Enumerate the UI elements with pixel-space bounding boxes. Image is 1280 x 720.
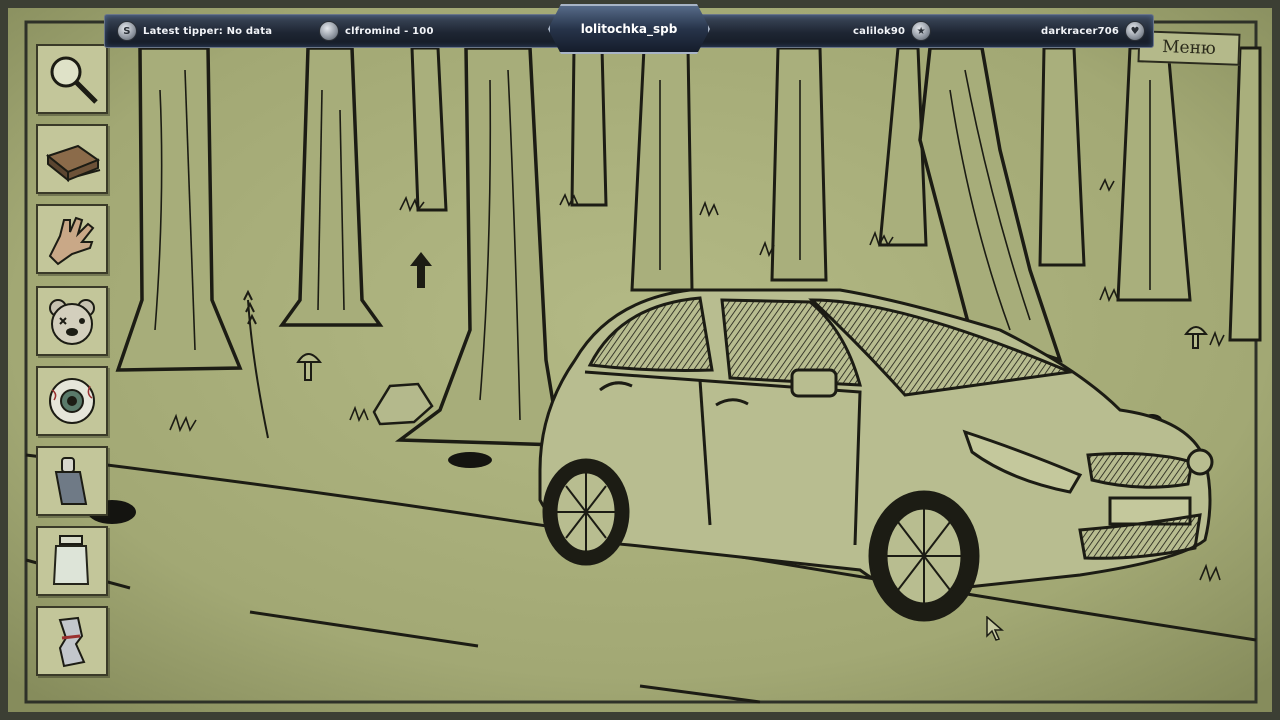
star-icon: ★: [911, 21, 932, 41]
eyeball-icon: [49, 378, 95, 424]
viewer-3: calilok90 ★: [853, 15, 932, 47]
heart-icon: ♥: [1125, 21, 1146, 41]
matchbox-icon: [45, 144, 101, 183]
glove-icon: [48, 216, 95, 266]
forest-scene[interactable]: [0, 0, 1280, 720]
viewer-4-label: darkracer706: [1041, 25, 1120, 37]
inventory-slot-lipstick[interactable]: [36, 446, 108, 516]
viewer-1: clfromind - 100: [319, 15, 434, 47]
viewer-1-label: clfromind - 100: [345, 25, 434, 37]
game-screen: Меню S Latest tipper: No data clfromind …: [0, 0, 1280, 720]
mouse-cursor-icon: [986, 616, 1005, 641]
inventory-slot-magnifier[interactable]: [36, 44, 108, 114]
teddy-bear-head-icon: [49, 299, 95, 345]
latest-tipper-label: Latest tipper: No data: [143, 25, 273, 37]
inventory-slot-glove[interactable]: [36, 204, 108, 274]
inventory-slot-eyeball[interactable]: [36, 366, 108, 436]
badge-icon: [319, 21, 339, 41]
magnifier-icon: [50, 56, 98, 104]
featured-user-label: lolitochka_spb: [580, 22, 678, 36]
viewer-4: darkracer706 ♥: [1041, 15, 1146, 47]
crushed-can-icon: [58, 616, 86, 668]
lipstick-icon: [54, 457, 88, 505]
jar-icon: [52, 535, 90, 585]
featured-user-badge: lolitochka_spb: [548, 4, 710, 54]
inventory-slot-crushed-can[interactable]: [36, 606, 108, 676]
move-forward-arrow-icon[interactable]: [410, 252, 432, 288]
tipper-info: S Latest tipper: No data: [117, 15, 272, 47]
coin-icon: S: [117, 21, 137, 41]
inventory-slot-teddy-bear[interactable]: [36, 286, 108, 356]
viewer-3-label: calilok90: [853, 25, 906, 37]
inventory-slot-jar[interactable]: [36, 526, 108, 596]
inventory-slot-matchbox[interactable]: [36, 124, 108, 194]
